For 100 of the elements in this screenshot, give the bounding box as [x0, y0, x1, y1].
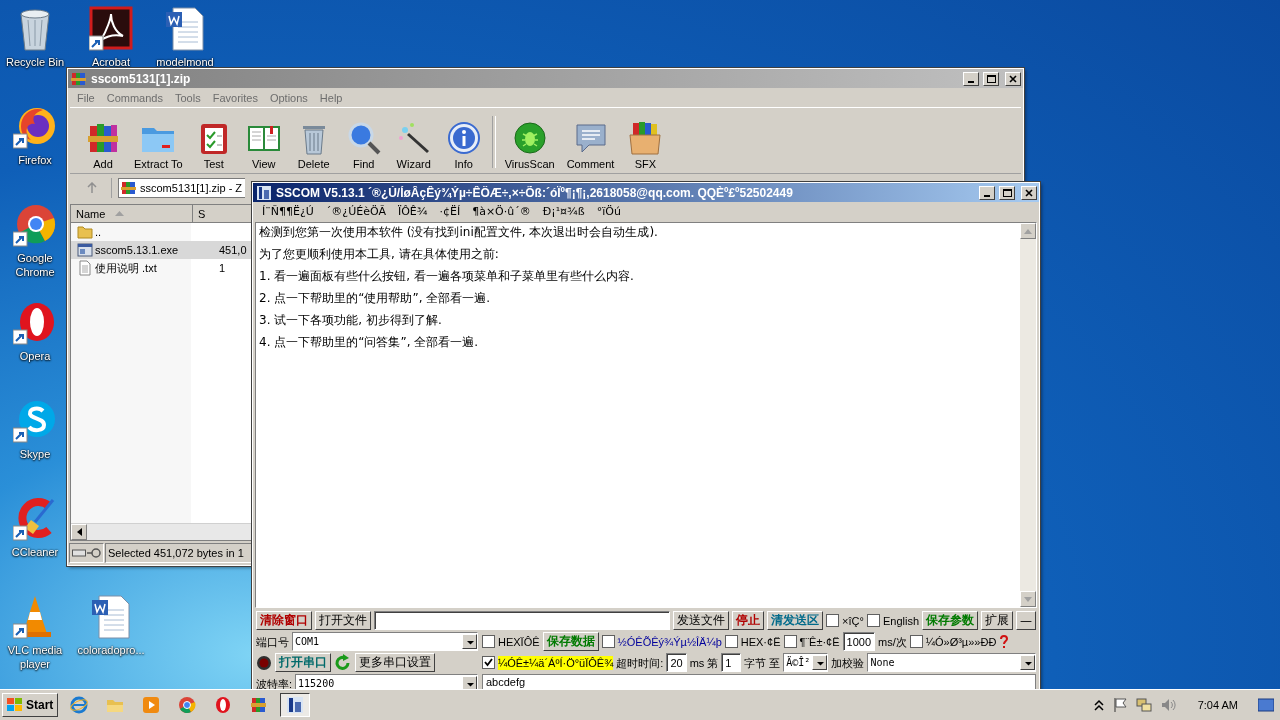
action-button[interactable]: — — [1016, 611, 1036, 630]
menu-item[interactable]: ÏÔÊ¾ — [392, 205, 433, 218]
toolbar-button[interactable]: Add — [78, 120, 128, 170]
menu-item[interactable]: Í¨Ñ¶¶Ë¿Ú — [257, 205, 319, 218]
minimize-icon — [984, 194, 990, 197]
file-name: sscom5.13.1.exe — [95, 244, 179, 256]
address-text: sscom5131[1].zip - Z — [140, 182, 243, 194]
action-button[interactable]: 停止 — [732, 611, 765, 630]
checkbox[interactable] — [783, 635, 797, 648]
checkbox[interactable] — [482, 635, 495, 648]
info-icon — [445, 120, 482, 156]
desktop-icon-label[interactable]: Google Chrome — [2, 251, 68, 279]
action-button[interactable]: 发送文件 — [673, 611, 730, 630]
action-button[interactable]: 保存参数 — [922, 611, 978, 630]
maximize-button[interactable] — [999, 185, 1015, 200]
toolbar-button[interactable]: Comment — [560, 120, 621, 170]
checkbox[interactable] — [909, 635, 923, 648]
action-button[interactable]: 清发送区 — [767, 611, 824, 630]
toolbar-button[interactable]: Find — [338, 120, 389, 170]
input-field[interactable]: 20 — [666, 653, 687, 672]
checkbox[interactable] — [866, 614, 880, 627]
action-button[interactable]: 打开串口 — [275, 653, 331, 672]
action-button[interactable]: 扩展 — [981, 611, 1013, 630]
minimize-icon — [968, 80, 974, 83]
scroll-left-button[interactable] — [71, 524, 87, 540]
log-line: 2. 点一下帮助里的“使用帮助”, 全部看一遍. — [259, 291, 492, 306]
taskbar-button[interactable] — [280, 693, 311, 717]
action-button[interactable]: 保存数据 — [542, 632, 599, 651]
toolbar-button[interactable]: Delete — [288, 120, 339, 170]
address-field[interactable]: sscom5131[1].zip - Z — [118, 178, 245, 198]
file-row[interactable]: .. — [71, 223, 252, 241]
desktop-icon-label[interactable]: Recycle Bin — [5, 55, 65, 69]
field-label: ms — [689, 655, 705, 670]
close-button[interactable] — [1021, 185, 1037, 200]
toolbar-button[interactable]: Info — [438, 120, 489, 170]
menu-item[interactable]: ´®¿ÚÉèÖÃ — [320, 205, 391, 218]
dropdown[interactable]: 115200 — [295, 674, 478, 689]
app-icon — [285, 695, 306, 715]
help-icon[interactable] — [999, 634, 1010, 649]
action-button[interactable]: 更多串口设置 — [355, 653, 435, 672]
input-field[interactable]: 1000 — [842, 632, 876, 651]
send-text-area[interactable]: abcdefg — [482, 674, 1036, 689]
checkbox-label: ¼Ó»Ø³µ»»ÐÐ — [925, 634, 997, 649]
input-field[interactable]: 1 — [721, 653, 742, 672]
maximize-button[interactable] — [983, 71, 999, 86]
minimize-button[interactable] — [979, 185, 995, 200]
toolbar-button[interactable]: View — [238, 120, 289, 170]
action-button[interactable]: 打开文件 — [315, 611, 371, 630]
desktop-icon-label[interactable]: Firefox — [18, 153, 52, 167]
toolbar-button[interactable]: Test — [188, 120, 239, 170]
application-icon — [77, 242, 93, 258]
start-button[interactable]: Start — [2, 693, 59, 717]
menu-item[interactable]: Commands — [101, 91, 168, 104]
log-line: 为了您更顺利使用本工具, 请在具体使用之前: — [259, 247, 500, 262]
desktop-icon-label[interactable]: modelmond — [156, 55, 214, 69]
key-icon — [87, 548, 101, 558]
toolbar-button[interactable]: SFX — [620, 120, 671, 170]
menu-item[interactable]: Options — [264, 91, 313, 104]
input-field[interactable] — [374, 611, 671, 630]
dropdown[interactable]: Ä©Î² — [783, 653, 829, 672]
checkbox[interactable] — [724, 635, 738, 648]
toolbar-button[interactable]: Extract To — [128, 120, 189, 170]
maximize-icon — [986, 74, 996, 83]
up-arrow-icon — [1024, 228, 1032, 234]
menu-item[interactable]: °ïÖú — [591, 205, 626, 218]
checkbox[interactable] — [601, 635, 615, 648]
file-name: 使用说明 .txt — [95, 260, 157, 276]
desktop-icon-label[interactable]: Acrobat — [92, 55, 130, 69]
checkbox[interactable] — [482, 656, 495, 669]
file-row[interactable]: 使用说明 .txt 1 — [71, 259, 252, 277]
desktop-icon-label[interactable]: Opera — [19, 349, 51, 363]
chevron-up-icon[interactable] — [1093, 699, 1104, 711]
down-arrow-icon — [1024, 596, 1032, 602]
checkbox-label: HEXÏÔÊ — [498, 634, 540, 649]
checkbox[interactable] — [826, 614, 840, 627]
flag-icon[interactable] — [1111, 697, 1128, 713]
chrome-icon — [177, 695, 198, 715]
toolbar-button[interactable]: Wizard — [388, 120, 439, 170]
dropdown[interactable]: COM1 — [292, 632, 478, 651]
dropdown[interactable]: None — [867, 653, 1036, 672]
clock[interactable]: 7:04 AM — [1185, 699, 1250, 711]
left-arrow-icon — [76, 528, 82, 536]
menu-item[interactable]: Tools — [170, 91, 206, 104]
action-button[interactable]: 清除窗口 — [256, 611, 312, 630]
close-icon — [1009, 74, 1017, 83]
chrome-icon — [13, 202, 57, 248]
window-title: sscom5131[1].zip — [91, 71, 192, 86]
field-label: 加校验 — [831, 655, 865, 670]
menu-item[interactable]: Ð¡¹¤¾ß — [537, 205, 590, 218]
menu-item[interactable]: Favorites — [207, 91, 263, 104]
minimize-button[interactable] — [963, 71, 979, 86]
media-player-icon — [141, 695, 162, 715]
close-button[interactable] — [1005, 71, 1021, 86]
file-row[interactable]: sscom5.13.1.exe 451,0 — [71, 241, 252, 259]
menu-item[interactable]: ·¢ËÍ — [434, 205, 466, 218]
network-icon[interactable] — [1135, 697, 1152, 713]
checkbox-label: ×îÇ° — [842, 613, 864, 628]
browser-icon — [69, 695, 90, 715]
menu-item[interactable]: ¶à×Ö·û´® — [467, 205, 536, 218]
toolbar-button[interactable]: VirusScan — [498, 120, 561, 170]
